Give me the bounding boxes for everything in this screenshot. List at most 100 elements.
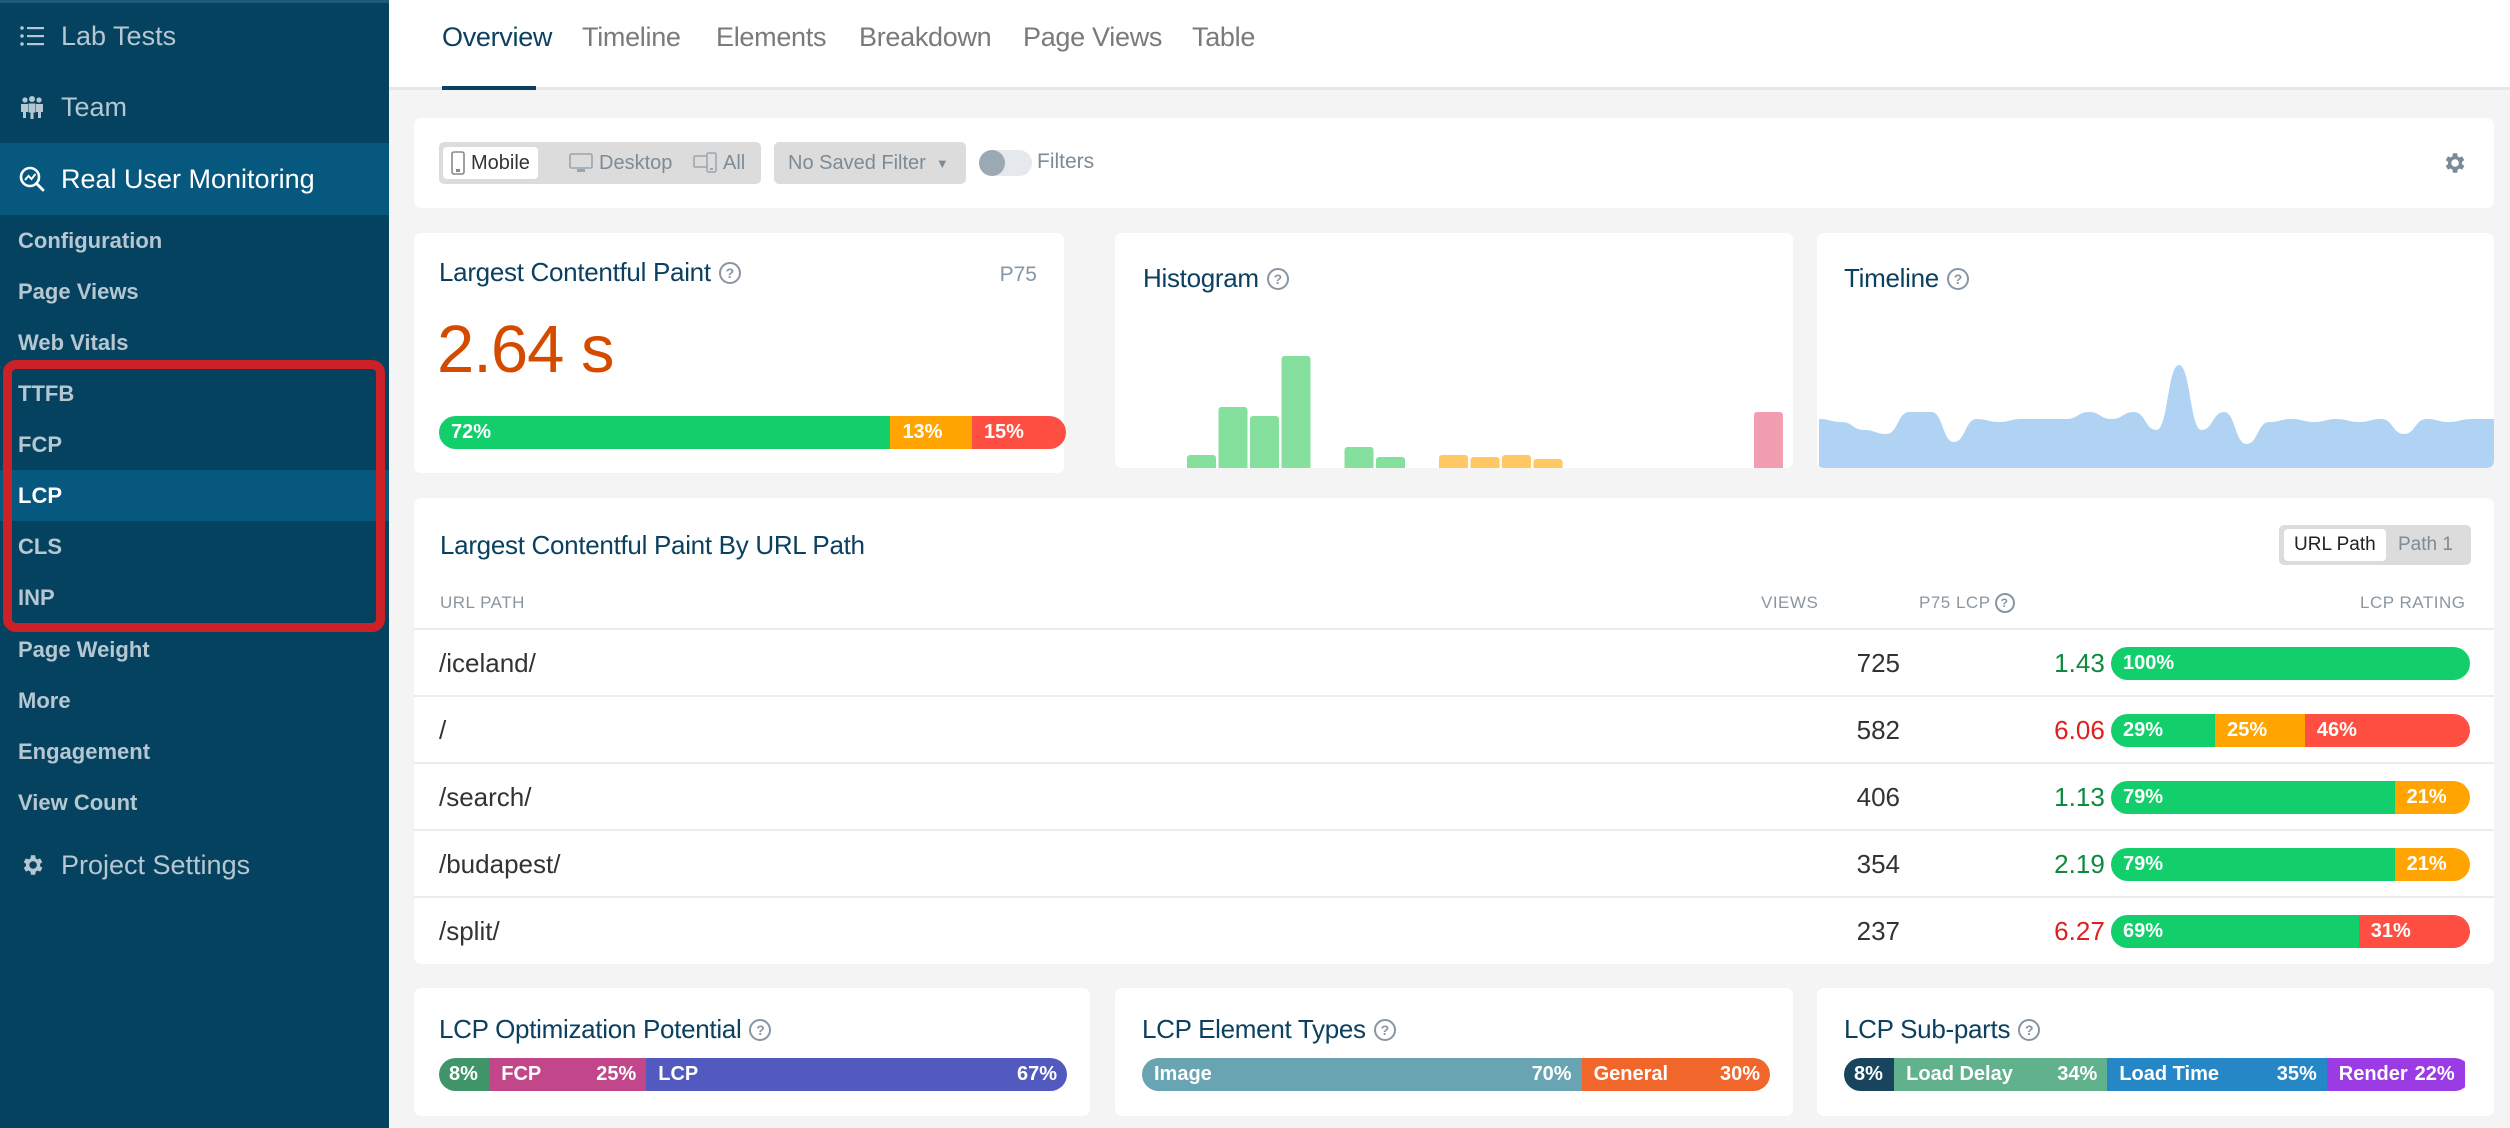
table-row[interactable]: /split/ 237 6.27 s 69% 31% [414,896,2494,963]
segment-name: General [1593,1063,1669,1085]
sidebar-item-view-count[interactable]: View Count [0,777,389,828]
histogram-bar[interactable] [1376,457,1405,468]
percentile-label: P75 [999,263,1037,286]
timeline-chart[interactable] [1817,233,2494,468]
row-lcp-rating-bar: 29% 25% 46% [2111,714,2470,747]
rating-segment-ni: 13% [890,416,972,449]
row-lcp-rating-bar: 100% [2111,647,2470,680]
timeline-area[interactable] [1819,365,2494,468]
stacked-segment[interactable]: Image 70% [1142,1058,1582,1091]
sidebar-item-page-views[interactable]: Page Views [0,266,389,317]
stacked-segment[interactable]: Load Delay 34% [1894,1058,2108,1091]
card-title-text: Largest Contentful Paint [439,257,711,287]
stacked-segment[interactable]: Render 22% [2326,1058,2465,1091]
settings-gear-icon[interactable] [2441,150,2467,176]
saved-filter-dropdown[interactable]: No Saved Filter ▼ [774,142,966,184]
sidebar-item-real-user-monitoring[interactable]: Real User Monitoring [0,143,389,215]
histogram-bar[interactable] [1344,447,1374,468]
column-header-url-path[interactable]: URL PATH [440,593,525,613]
segment-name: Load Delay [1906,1063,2013,1085]
device-selector: Mobile Desktop All [439,142,761,184]
sidebar-item-web-vitals[interactable]: Web Vitals [0,317,389,368]
column-header-p75-lcp[interactable]: P75 LCP ? [1919,593,2015,613]
rating-segment-good: 79% [2111,781,2395,814]
help-icon[interactable]: ? [749,1018,772,1041]
sidebar-item-label: INP [18,584,55,610]
rating-segment-ni: 25% [2215,714,2305,747]
rating-segment-poor: 15% [971,416,1066,449]
help-icon[interactable]: ? [1994,593,2015,613]
stacked-segment[interactable]: 8% [1844,1058,1895,1091]
sidebar-item-ttfb[interactable]: TTFB [0,368,389,419]
sidebar-item-more[interactable]: More [0,675,389,726]
stacked-segment[interactable]: 8% [439,1058,490,1091]
column-header-lcp-rating[interactable]: LCP RATING [2360,593,2465,613]
tab-elements[interactable]: Elements [716,22,826,66]
tab-breakdown[interactable]: Breakdown [859,22,992,66]
sidebar-item-fcp[interactable]: FCP [0,419,389,470]
sidebar-item-label: TTFB [18,380,75,406]
row-views: 725 [1856,648,1900,678]
histogram-bar[interactable] [1250,416,1279,468]
sidebar-item-cls[interactable]: CLS [0,521,389,572]
url-grouping-toggle: URL Path Path 1 [2279,525,2471,565]
sidebar-item-label: View Count [18,789,138,815]
histogram-bar[interactable] [1470,457,1500,468]
card-title-text: LCP Sub-parts [1844,1014,2011,1044]
filters-toggle[interactable] [979,150,1032,176]
table-row[interactable]: /budapest/ 354 2.19 s 79% 21% [414,829,2494,896]
sidebar-item-engagement[interactable]: Engagement [0,726,389,777]
chevron-down-icon: ▼ [935,155,949,171]
histogram-bar[interactable] [1502,455,1531,468]
tab-timeline[interactable]: Timeline [582,22,681,66]
tab-table[interactable]: Table [1192,22,1255,66]
tab-page-views[interactable]: Page Views [1023,22,1162,66]
device-mobile-button[interactable]: Mobile [443,147,538,179]
sidebar-item-configuration[interactable]: Configuration [0,215,389,266]
row-url-path: /iceland/ [439,648,536,678]
sidebar-item-label: LCP [18,482,62,508]
sidebar-item-project-settings[interactable]: Project Settings [0,829,389,901]
table-row[interactable]: /iceland/ 725 1.43 s 100% [414,628,2494,695]
grouping-url-path-button[interactable]: URL Path [2284,529,2386,561]
sidebar-item-inp[interactable]: INP [0,572,389,623]
segment-percent: 25% [596,1063,637,1085]
help-icon[interactable]: ? [2018,1018,2041,1041]
sidebar-item-team[interactable]: Team [0,71,389,143]
histogram-bar[interactable] [1218,407,1248,468]
histogram-chart[interactable] [1115,233,1793,468]
sidebar-item-label: Page Weight [18,636,150,662]
histogram-bar[interactable] [1281,356,1311,468]
device-all-button[interactable]: All [685,147,753,179]
url-table-title: Largest Contentful Paint By URL Path [440,530,865,560]
tab-overview[interactable]: Overview [442,22,552,66]
stacked-segment[interactable]: LCP 67% [646,1058,1067,1091]
stacked-segment[interactable]: General 30% [1581,1058,1770,1091]
rating-segment-ni: 21% [2394,848,2470,881]
sidebar-item-lab-tests[interactable]: Lab Tests [0,0,389,72]
filters-label: Filters [1037,150,1095,173]
tab-bar: Overview Timeline Elements Breakdown Pag… [389,0,2510,90]
rating-segment-ni: 21% [2394,781,2470,814]
stacked-segment[interactable]: FCP 25% [489,1058,647,1091]
histogram-bar[interactable] [1439,455,1468,468]
histogram-bar[interactable] [1187,455,1216,468]
device-desktop-button[interactable]: Desktop [561,147,680,179]
table-row[interactable]: / 582 6.06 s 29% 25% 46% [414,695,2494,762]
sidebar-item-page-weight[interactable]: Page Weight [0,624,389,675]
lcp-card-title: Largest Contentful Paint ? [439,257,741,288]
histogram-bar[interactable] [1754,412,1783,468]
element-types-title: LCP Element Types ? [1142,1014,1396,1045]
grouping-path-1-button[interactable]: Path 1 [2388,529,2463,561]
column-header-views[interactable]: VIEWS [1761,593,1818,613]
histogram-bar[interactable] [1533,459,1563,468]
stacked-segment[interactable]: Load Time 35% [2107,1058,2327,1091]
sidebar-item-label: Web Vitals [18,329,129,355]
sidebar: Lab Tests Team Real User Monitoring Conf… [0,0,389,1128]
sidebar-item-lcp[interactable]: LCP [0,470,389,521]
rating-segment-good: 29% [2111,714,2216,747]
table-row[interactable]: /search/ 406 1.13 s 79% 21% [414,762,2494,829]
help-icon[interactable]: ? [718,261,741,284]
help-icon[interactable]: ? [1373,1018,1396,1041]
all-devices-icon [693,152,717,173]
